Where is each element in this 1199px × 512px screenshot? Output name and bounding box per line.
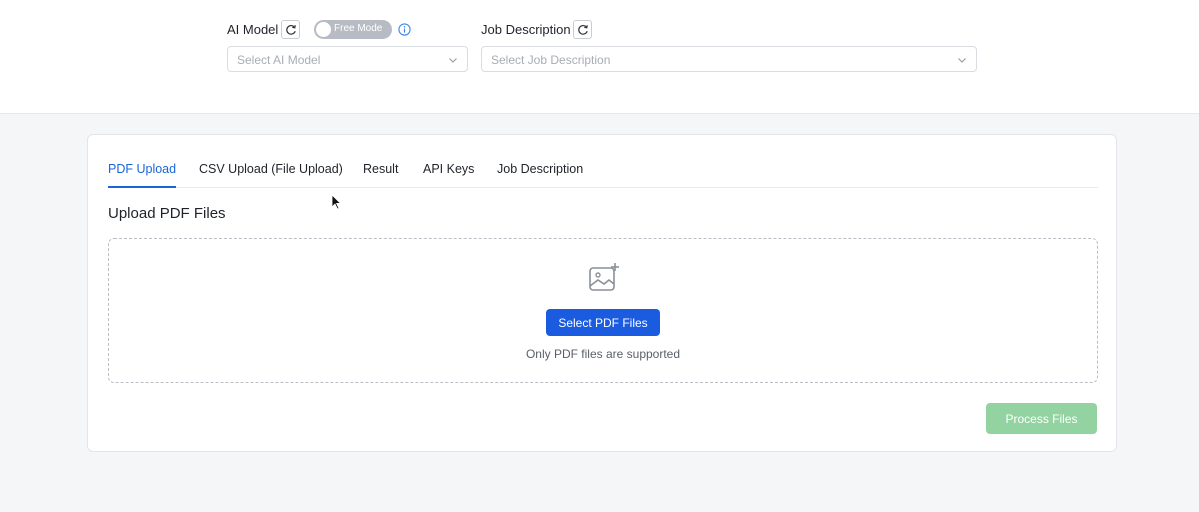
- tab-job-description[interactable]: Job Description: [497, 162, 583, 188]
- ai-model-select-placeholder: Select AI Model: [237, 53, 321, 67]
- tab-result[interactable]: Result: [363, 162, 398, 188]
- job-description-select[interactable]: Select Job Description: [481, 46, 977, 72]
- toggle-knob: [316, 22, 331, 37]
- ai-model-select[interactable]: Select AI Model: [227, 46, 468, 72]
- free-mode-toggle[interactable]: Free Mode: [314, 20, 392, 39]
- info-icon[interactable]: [398, 23, 411, 36]
- refresh-icon: [577, 24, 588, 35]
- select-pdf-files-button[interactable]: Select PDF Files: [546, 309, 660, 336]
- job-description-refresh-button[interactable]: [573, 20, 592, 39]
- job-description-label: Job Description: [481, 22, 571, 37]
- chevron-down-icon: [958, 58, 966, 63]
- free-mode-label: Free Mode: [334, 23, 383, 34]
- job-description-select-placeholder: Select Job Description: [491, 53, 611, 67]
- upload-card: PDF Upload CSV Upload (File Upload) Resu…: [87, 134, 1117, 452]
- pdf-dropzone[interactable]: Select PDF Files Only PDF files are supp…: [108, 238, 1098, 383]
- ai-model-refresh-button[interactable]: [281, 20, 300, 39]
- tab-csv-upload[interactable]: CSV Upload (File Upload): [199, 162, 343, 188]
- process-files-button[interactable]: Process Files: [986, 403, 1097, 434]
- refresh-icon: [285, 24, 296, 35]
- tab-api-keys[interactable]: API Keys: [423, 162, 474, 188]
- top-controls-bar: AI Model Free Mode Job Description Selec…: [0, 0, 1199, 114]
- tab-bar: PDF Upload CSV Upload (File Upload) Resu…: [108, 159, 1098, 188]
- mouse-cursor-icon: [331, 194, 341, 210]
- add-image-icon: [589, 263, 619, 291]
- tab-pdf-upload[interactable]: PDF Upload: [108, 162, 177, 188]
- upload-section-title: Upload PDF Files: [108, 205, 226, 222]
- ai-model-label: AI Model: [227, 22, 279, 37]
- supported-files-hint: Only PDF files are supported: [525, 347, 681, 361]
- chevron-down-icon: [449, 58, 457, 63]
